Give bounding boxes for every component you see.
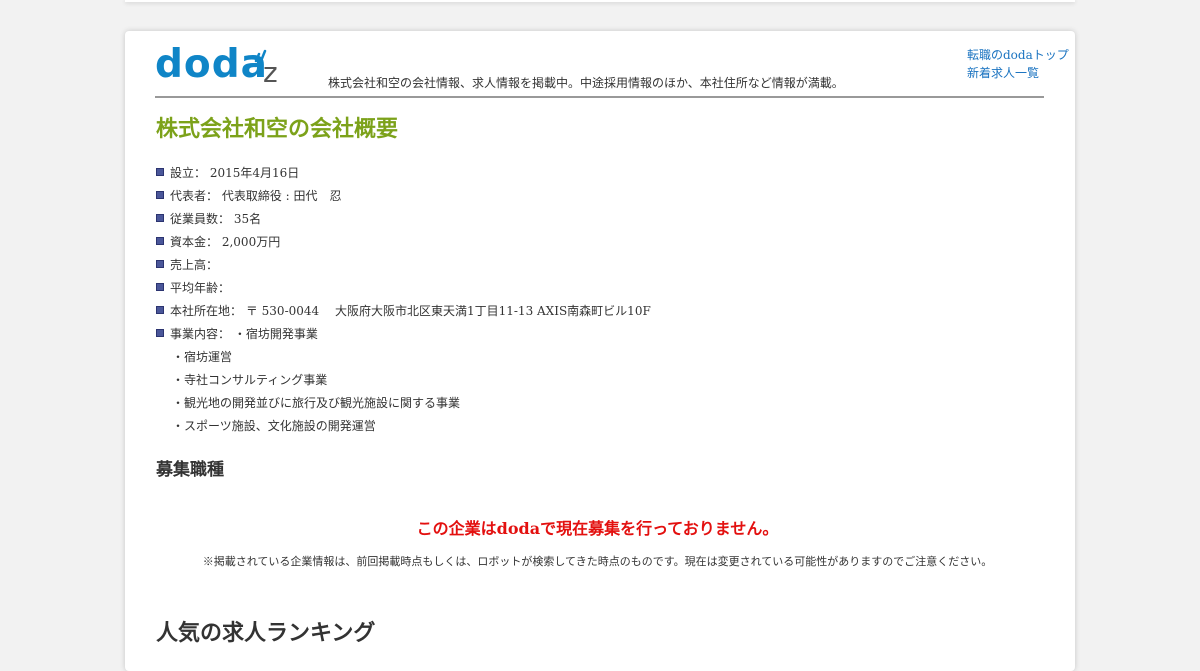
ranking-heading: 人気の求人ランキング xyxy=(156,620,376,646)
business-item-text: ・観光地の開発並びに旅行及び観光施設に関する事業 xyxy=(172,396,461,410)
info-label: 本社所在地： xyxy=(170,304,243,318)
business-item: ・観光地の開発並びに旅行及び観光施設に関する事業 xyxy=(156,394,651,417)
info-item-address: 本社所在地： 〒 530-0044 大阪府大阪市北区東天満1丁目11-13 AX… xyxy=(156,302,651,325)
info-label: 代表者： xyxy=(170,189,219,203)
business-item: ・宿坊運営 xyxy=(156,348,651,371)
info-label: 従業員数： xyxy=(170,212,231,226)
info-item-capital: 資本金： 2,000万円 xyxy=(156,233,651,256)
square-bullet-icon xyxy=(156,214,164,222)
info-label: 平均年齢： xyxy=(170,281,231,295)
header-links: 転職のdodaトップ 新着求人一覧 xyxy=(967,46,1069,82)
header-divider xyxy=(155,96,1044,98)
square-bullet-icon xyxy=(156,329,164,337)
doda-logo[interactable]: doda z xyxy=(155,42,285,90)
square-bullet-icon xyxy=(156,306,164,314)
info-value: 2015年4月16日 xyxy=(209,166,300,180)
logo-wordmark: doda xyxy=(155,42,268,87)
previous-card-edge xyxy=(125,0,1075,2)
info-item-established: 設立： 2015年4月16日 xyxy=(156,164,651,187)
doda-top-link[interactable]: 転職のdodaトップ xyxy=(967,46,1069,64)
square-bullet-icon xyxy=(156,260,164,268)
square-bullet-icon xyxy=(156,168,164,176)
site-tagline: 株式会社和空の会社情報、求人情報を掲載中。中途採用情報のほか、本社住所など情報が… xyxy=(328,76,844,90)
info-value: 2,000万円 xyxy=(221,235,281,249)
square-bullet-icon xyxy=(156,237,164,245)
info-label: 資本金： xyxy=(170,235,219,249)
new-jobs-link[interactable]: 新着求人一覧 xyxy=(967,64,1069,82)
job-types-heading: 募集職種 xyxy=(156,460,224,480)
company-info-list: 設立： 2015年4月16日 代表者： 代表取締役 : 田代 忍 従業員数： 3… xyxy=(156,164,651,440)
info-value: 35名 xyxy=(233,212,262,226)
square-bullet-icon xyxy=(156,283,164,291)
info-value: ・宿坊開発事業 xyxy=(233,327,318,341)
info-item-average-age: 平均年齢： xyxy=(156,279,651,302)
business-item: ・寺社コンサルティング事業 xyxy=(156,371,651,394)
business-item-text: ・宿坊運営 xyxy=(172,350,233,364)
info-label: 事業内容： xyxy=(170,327,231,341)
info-item-sales: 売上高： xyxy=(156,256,651,279)
info-disclaimer: ※掲載されている企業情報は、前回掲載時点もしくは、ロボットが検索してきた時点のも… xyxy=(202,555,993,568)
info-label: 売上高： xyxy=(170,258,219,272)
page-title: 株式会社和空の会社概要 xyxy=(156,116,399,142)
info-item-business: 事業内容： ・宿坊開発事業 xyxy=(156,325,651,348)
no-recruitment-notice: この企業はdodaで現在募集を行っておりません。 xyxy=(416,519,779,538)
info-value: 〒 530-0044 大阪府大阪市北区東天満1丁目11-13 AXIS南森町ビル… xyxy=(245,304,651,318)
business-item-text: ・寺社コンサルティング事業 xyxy=(172,373,328,387)
business-item-text: ・スポーツ施設、文化施設の開発運営 xyxy=(172,419,376,433)
company-card: doda z 株式会社和空の会社情報、求人情報を掲載中。中途採用情報のほか、本社… xyxy=(125,31,1075,671)
business-item: ・スポーツ施設、文化施設の開発運営 xyxy=(156,417,651,440)
info-value: 代表取締役 : 田代 忍 xyxy=(221,189,342,203)
info-label: 設立： xyxy=(170,166,207,180)
logo-suffix: z xyxy=(263,56,278,89)
info-item-employees: 従業員数： 35名 xyxy=(156,210,651,233)
square-bullet-icon xyxy=(156,191,164,199)
info-item-representative: 代表者： 代表取締役 : 田代 忍 xyxy=(156,187,651,210)
